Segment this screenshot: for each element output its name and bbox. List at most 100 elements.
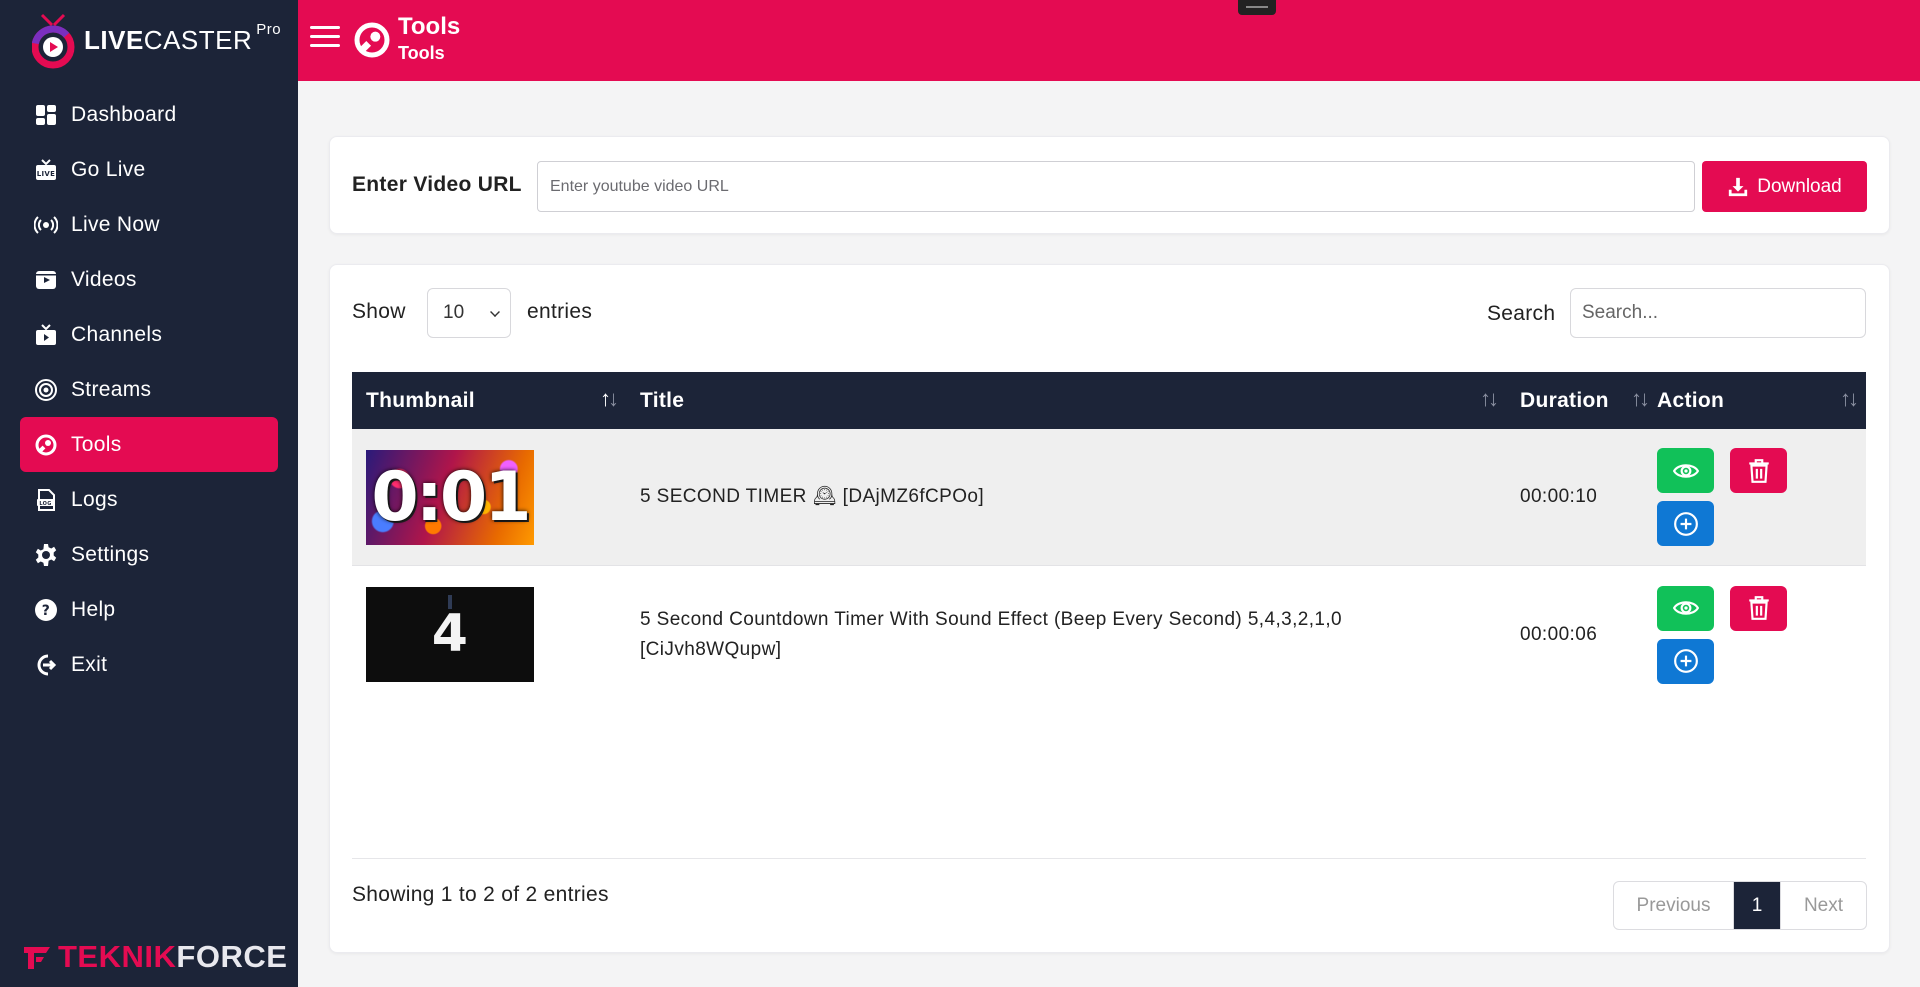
table-header: Thumbnail ↑↓ Title ↑↓ Duration ↑↓ Action… — [352, 372, 1866, 429]
sidebar-item-live-now[interactable]: Live Now — [20, 197, 278, 252]
chevron-down-icon — [490, 307, 500, 317]
sidebar-item-exit[interactable]: Exit — [20, 637, 278, 692]
delete-button[interactable] — [1730, 585, 1787, 631]
sidebar-item-go-live[interactable]: LIVE Go Live — [20, 142, 278, 197]
video-duration: 00:00:06 — [1520, 623, 1598, 645]
next-page-button[interactable]: Next — [1780, 882, 1866, 929]
sidebar-item-label: Settings — [71, 542, 150, 566]
video-thumbnail[interactable]: 0:01 — [366, 449, 534, 545]
video-url-label: Enter Video URL — [352, 173, 522, 196]
table-info: Showing 1 to 2 of 2 entries — [352, 883, 609, 906]
entries-per-page-select[interactable]: 10 — [427, 288, 511, 338]
sort-icon: ↑↓ — [600, 386, 619, 411]
sidebar-item-videos[interactable]: Videos — [20, 252, 278, 307]
videos-table: Thumbnail ↑↓ Title ↑↓ Duration ↑↓ Action… — [352, 372, 1866, 703]
video-icon — [33, 267, 59, 293]
pagination: Previous 1 Next — [1613, 881, 1867, 930]
teknikforce-logo-icon — [24, 947, 50, 969]
dashboard-icon — [33, 102, 59, 128]
divider — [352, 858, 1866, 859]
streams-icon — [33, 377, 59, 403]
table-row: 0:01 5 SECOND TIMER 🕰 [DAjMZ6fCPOo] 00:0… — [352, 429, 1866, 566]
app-logo[interactable]: LIVECASTER Pro — [31, 8, 282, 72]
sidebar-item-label: Live Now — [71, 212, 160, 236]
eye-icon — [1672, 463, 1699, 478]
help-icon: ? — [33, 597, 59, 623]
column-header-duration[interactable]: Duration ↑↓ — [1506, 372, 1650, 429]
sort-icon: ↑↓ — [1840, 386, 1859, 411]
sidebar: LIVECASTER Pro Dashboard LIVE Go Live Liv… — [0, 0, 298, 987]
logs-icon: LOG — [33, 487, 59, 513]
logo-text: LIVECASTER Pro — [84, 20, 282, 55]
video-url-input[interactable] — [537, 161, 1695, 212]
download-icon — [1729, 177, 1748, 196]
broadcast-icon — [33, 212, 59, 238]
page-title: Tools — [398, 13, 461, 40]
svg-text:?: ? — [42, 603, 50, 619]
add-button[interactable] — [1657, 501, 1714, 546]
sidebar-nav: Dashboard LIVE Go Live Live Now Videos C… — [20, 87, 278, 692]
column-header-title[interactable]: Title ↑↓ — [626, 372, 1506, 429]
search-label: Search — [1487, 302, 1556, 325]
menu-toggle-icon[interactable] — [310, 26, 340, 52]
entries-select-value: 10 — [443, 302, 465, 323]
table-row: 4 5 Second Countdown Timer With Sound Ef… — [352, 566, 1866, 703]
livecaster-logo-icon — [31, 11, 78, 69]
trash-icon — [1748, 458, 1769, 483]
videos-table-card: Show 10 entries Search Thumbnail ↑↓ Titl… — [329, 264, 1890, 953]
tools-icon — [33, 432, 59, 458]
gear-icon — [33, 542, 59, 568]
video-url-card: Enter Video URL Download — [329, 136, 1890, 234]
exit-icon — [33, 652, 59, 678]
sidebar-item-label: Dashboard — [71, 102, 177, 126]
tv-icon — [33, 322, 59, 348]
column-header-thumbnail[interactable]: Thumbnail ↑↓ — [352, 372, 626, 429]
top-header: Tools Tools — [298, 0, 1920, 81]
sidebar-item-dashboard[interactable]: Dashboard — [20, 87, 278, 142]
row-actions — [1643, 566, 1866, 703]
sidebar-item-label: Go Live — [71, 157, 146, 181]
teknikforce-logo[interactable]: TEKNIK FORCE — [22, 937, 287, 977]
trash-icon — [1748, 596, 1769, 620]
plus-circle-icon — [1673, 649, 1698, 673]
video-thumbnail[interactable]: 4 — [366, 587, 534, 682]
video-title: 5 Second Countdown Timer With Sound Effe… — [640, 608, 1343, 660]
eye-icon — [1672, 601, 1699, 615]
drag-handle-icon[interactable] — [1238, 0, 1276, 15]
view-button[interactable] — [1657, 448, 1714, 493]
svg-text:LIVE: LIVE — [37, 170, 55, 178]
download-button[interactable]: Download — [1702, 161, 1867, 212]
sidebar-item-label: Streams — [71, 377, 152, 401]
previous-page-button[interactable]: Previous — [1614, 882, 1734, 929]
sidebar-item-label: Exit — [71, 652, 108, 676]
sidebar-item-settings[interactable]: Settings — [20, 527, 278, 582]
sidebar-item-label: Help — [71, 597, 116, 621]
live-tv-icon: LIVE — [33, 157, 59, 183]
sort-icon: ↑↓ — [1480, 386, 1499, 411]
tools-icon — [352, 20, 392, 60]
sidebar-item-logs[interactable]: LOG Logs — [20, 472, 278, 527]
page-1-button[interactable]: 1 — [1734, 882, 1780, 929]
breadcrumb: Tools — [398, 43, 445, 63]
plus-circle-icon — [1673, 511, 1698, 536]
sidebar-item-tools[interactable]: Tools — [20, 417, 278, 472]
download-button-label: Download — [1757, 175, 1842, 197]
video-duration: 00:00:10 — [1520, 486, 1598, 507]
view-button[interactable] — [1657, 585, 1714, 631]
row-actions — [1643, 429, 1866, 565]
search-input[interactable] — [1570, 288, 1866, 338]
sidebar-item-label: Videos — [71, 267, 137, 291]
sidebar-item-channels[interactable]: Channels — [20, 307, 278, 362]
delete-button[interactable] — [1730, 448, 1787, 493]
entries-label: entries — [527, 300, 593, 323]
add-button[interactable] — [1657, 638, 1714, 684]
sidebar-item-label: Channels — [71, 322, 163, 346]
show-label: Show — [352, 300, 406, 323]
sidebar-item-streams[interactable]: Streams — [20, 362, 278, 417]
svg-text:LOG: LOG — [39, 500, 51, 506]
sidebar-item-help[interactable]: ? Help — [20, 582, 278, 637]
sidebar-item-label: Tools — [71, 432, 122, 456]
video-title: 5 SECOND TIMER 🕰 [DAjMZ6fCPOo] — [640, 486, 985, 507]
column-header-action[interactable]: Action ↑↓ — [1643, 372, 1866, 429]
sidebar-item-label: Logs — [71, 487, 118, 511]
